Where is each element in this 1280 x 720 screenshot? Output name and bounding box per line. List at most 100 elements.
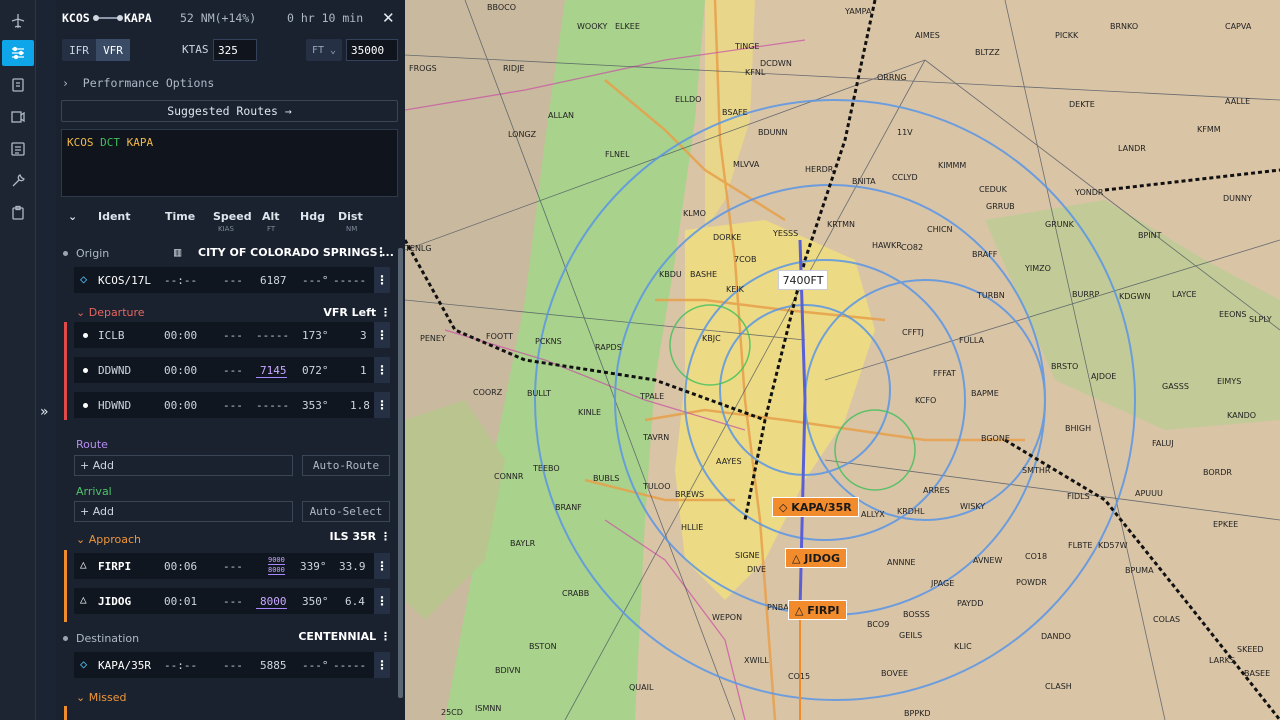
map-label: FLBTE [1068,541,1093,550]
ifr-button[interactable]: IFR [62,39,96,61]
map-label: PENEY [420,334,446,343]
map-label: BASEE [1244,669,1271,678]
navlog-icon[interactable] [2,136,34,162]
waypoint-row-jidog[interactable]: △ JIDOG 00:01 --- 8000 350° 6.4 ⋮ [74,588,390,614]
route-string-input[interactable]: KCOS DCT KAPA [61,129,398,197]
close-icon[interactable]: ✕ [382,9,395,27]
map-flag-firpi[interactable]: △ FIRPI [788,600,847,620]
map-label: CAPVA [1225,22,1252,31]
flight-plan-icon[interactable] [2,40,34,66]
weight-balance-icon[interactable] [2,104,34,130]
map-label: BPINT [1138,231,1162,240]
auto-route-button[interactable]: Auto-Route [302,455,390,476]
route-arrow-icon [93,15,123,21]
missed-bar [64,706,67,720]
map-label: BREWS [675,490,705,499]
departure-procedure[interactable]: VFR Left ⋮ [323,306,391,319]
row-menu-icon[interactable]: ⋮ [374,357,390,383]
expand-panel-icon[interactable]: » [40,404,56,424]
map-label: RIDJE [503,64,525,73]
airplane-icon[interactable] [2,8,34,34]
altitude-unit-select[interactable]: FT ⌄ [306,39,342,61]
clipboard-icon[interactable] [2,200,34,226]
col-dist: Dist [338,210,363,223]
map-label: APUUU [1135,489,1163,498]
collapse-all-icon[interactable]: ⌄ [68,210,77,223]
map-label: BRAFF [972,250,998,259]
departure-label[interactable]: ⌄ Departure [76,306,145,319]
map-label: CCLYD [892,173,918,182]
map-label: BAPME [971,389,999,398]
map-label: YONDR [1075,188,1104,197]
map-flag-jidog[interactable]: △ JIDOG [785,548,847,568]
row-menu-icon[interactable]: ⋮ [374,267,390,293]
map-flag-kapa[interactable]: ◇ KAPA/35R [772,497,859,517]
wp-ident: HDWND [98,399,132,412]
map-label: BRNKO [1110,22,1139,31]
arrival-add-button[interactable]: + Add [74,501,293,522]
origin-name: CITY OF COLORADO SPRINGS ... [198,246,394,259]
wp-alt[interactable]: 7145 [256,364,287,378]
map-label: BHIGH [1065,424,1092,433]
waypoint-row-iclb[interactable]: ICLB 00:00 --- ----- 173° 3 ⋮ [74,322,390,348]
destination-name[interactable]: CENTENNIAL ⋮ [298,630,391,643]
map-label: HERDR [805,165,834,174]
waypoint-row-kapa[interactable]: ◇ KAPA/35R --:-- --- 5885 ---° ----- ⋮ [74,652,390,678]
row-menu-icon[interactable]: ⋮ [374,553,390,579]
map-label: EEONS [1219,310,1247,319]
waypoint-row-firpi[interactable]: △ FIRPI 00:06 --- 9000 8000 339° 33.9 ⋮ [74,553,390,579]
origin-menu-icon[interactable]: ⋮ [375,245,387,259]
panel-scrollbar[interactable] [398,248,403,698]
waypoint-row-hdwnd[interactable]: HDWND 00:00 --- ----- 353° 1.8 ⋮ [74,392,390,418]
ktas-input[interactable]: 325 [213,39,257,61]
row-menu-icon[interactable]: ⋮ [374,588,390,614]
performance-options-toggle[interactable]: › Performance Options [62,76,214,90]
route-header: KCOS KAPA 52 NM(+14%) 0 hr 10 min ✕ [56,0,405,36]
map-label: RAPDS [595,343,622,352]
row-menu-icon[interactable]: ⋮ [374,652,390,678]
vfr-button[interactable]: VFR [96,39,130,61]
map-label: EIMYS [1217,377,1242,386]
wp-alt[interactable]: 8000 [256,595,287,609]
sectional-map[interactable]: BBOCO WOOKY ELKEE TINGE YAMPA AIMES BLTZ… [405,0,1280,720]
map-label: SKEED [1237,645,1264,654]
wp-alt-bottom[interactable]: 8000 [268,566,285,575]
map-label: TPALE [640,392,665,401]
suggested-routes-button[interactable]: Suggested Routes → [61,100,398,122]
map-label: MLVVA [733,160,760,169]
nav-rail [0,0,36,720]
wp-time: 00:01 [164,595,198,608]
map-flag-jidog-text: JIDOG [804,551,840,565]
map-label: BOSSS [903,610,930,619]
cruise-altitude-input[interactable]: 35000 [346,39,398,61]
wp-time: --:-- [164,274,198,287]
missed-label[interactable]: ⌄ Missed [76,691,126,704]
approach-label[interactable]: ⌄ Approach [76,533,141,546]
checklist-icon[interactable] [2,72,34,98]
flight-rules-toggle: IFR VFR [62,39,130,61]
wp-alt-top[interactable]: 9000 [268,556,285,565]
approach-procedure[interactable]: ILS 35R ⋮ [330,530,391,543]
wp-speed: --- [223,560,243,573]
row-menu-icon[interactable]: ⋮ [374,322,390,348]
col-ident: Ident [98,210,131,223]
map-label: FROGS [409,64,437,73]
route-add-button[interactable]: + Add [74,455,293,476]
map-label: BGONE [981,434,1010,443]
col-time: Time [165,210,196,223]
auto-select-button[interactable]: Auto-Select [302,501,390,522]
destination-node [63,636,68,641]
waypoint-row-ddwnd[interactable]: DDWND 00:00 --- 7145 072° 1 ⋮ [74,357,390,383]
wp-hdg: ---° [302,659,329,672]
map-label: AIMES [915,31,940,40]
map-label: BAYLR [510,539,536,548]
row-menu-icon[interactable]: ⋮ [374,392,390,418]
fix-triangle-icon: △ [80,593,87,606]
map-label: ARRES [923,486,950,495]
wrench-icon[interactable] [2,168,34,194]
altitude-flag[interactable]: 7400FT [778,270,828,290]
book-icon[interactable]: ▥ [174,245,181,259]
waypoint-row-origin[interactable]: ◇ KCOS/17L --:-- --- 6187 ---° ----- ⋮ [74,267,390,293]
departure-label-text: Departure [88,306,145,319]
map-label: KIMMM [938,161,967,170]
